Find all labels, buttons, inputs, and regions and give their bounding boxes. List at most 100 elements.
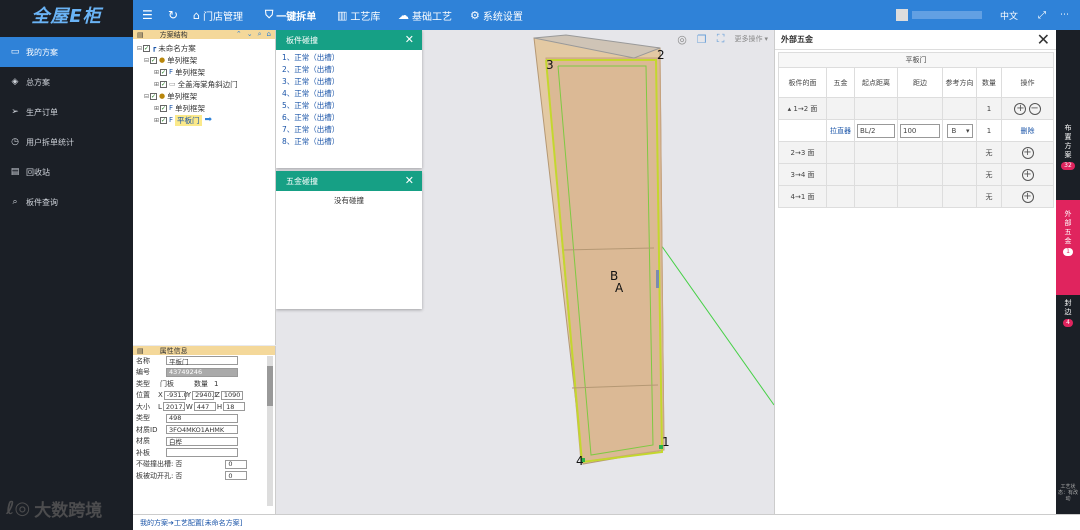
- tree-node-root[interactable]: ⊟ ✓ ┏ 未命名方案: [133, 42, 275, 54]
- edge-distance-input[interactable]: 100: [900, 123, 940, 138]
- collision-item[interactable]: 4、正常（出槽）: [276, 88, 422, 100]
- size-w-input[interactable]: 447: [193, 402, 216, 412]
- 3d-viewport[interactable]: 3 2 1 4 B A ◎ ❐ ⛶ 更多操作 ▾ 板件碰撞 ✕ 1、正常（出槽） …: [276, 30, 774, 514]
- tree-node-frame[interactable]: ⊟ ✓ ● 单列框架: [133, 54, 275, 66]
- tree-checkbox[interactable]: ✓: [150, 56, 157, 64]
- tree-checkbox[interactable]: ✓: [150, 92, 157, 100]
- expand-icon[interactable]: ⋯: [1060, 0, 1069, 30]
- nav-basic-process[interactable]: ☁ 基础工艺: [398, 0, 452, 30]
- tree-checkbox[interactable]: ✓: [160, 68, 167, 76]
- tree-node-frame[interactable]: ⊟ ✓ ● 单列框架: [133, 90, 275, 102]
- prop-edge-row: 补板: [133, 447, 275, 459]
- tree-node-flat-door[interactable]: ⊞ ✓ F 平板门 ➡: [133, 114, 275, 126]
- tree-checkbox[interactable]: ✓: [143, 44, 150, 52]
- hardware-name-link[interactable]: 拉直器: [826, 119, 855, 142]
- fullscreen-icon[interactable]: ⤢: [1038, 0, 1046, 30]
- target-icon[interactable]: ◎: [677, 33, 687, 46]
- close-icon[interactable]: ✕: [1037, 30, 1050, 49]
- fit-view-icon[interactable]: ⛶: [717, 32, 725, 46]
- breadcrumb-root-link[interactable]: 我的方案: [140, 518, 168, 528]
- collapse-icon[interactable]: ⊟: [143, 93, 150, 100]
- expand-icon[interactable]: ⊞: [153, 105, 160, 112]
- size-h-input[interactable]: 18: [223, 402, 246, 412]
- tree-node-door[interactable]: ⊞ ✓ ▭ 全盖海棠角斜边门: [133, 78, 275, 90]
- size-l-input[interactable]: 2017.: [162, 402, 185, 412]
- app-logo[interactable]: 全屋E柜: [0, 0, 133, 30]
- door-icon: ▭: [169, 80, 176, 88]
- start-distance-input[interactable]: BL/2: [857, 123, 895, 138]
- collision-item[interactable]: 6、正常（出槽）: [276, 112, 422, 124]
- plan-icon: ┏: [152, 44, 157, 52]
- nav-store-management[interactable]: ⌂ 门店管理: [193, 0, 243, 30]
- remove-icon[interactable]: −: [1028, 102, 1041, 115]
- sidebar-item-my-plans[interactable]: ▭ 我的方案: [0, 37, 133, 67]
- collision-item[interactable]: 7、正常（出槽）: [276, 124, 422, 136]
- reference-direction-select[interactable]: B: [946, 123, 973, 138]
- collapse-icon[interactable]: ⊟: [143, 57, 150, 64]
- pos-y-input[interactable]: 2940.1: [192, 390, 218, 400]
- tab-layout-plan[interactable]: 布置方案 32: [1056, 120, 1080, 180]
- property-scrollbar[interactable]: [267, 356, 273, 506]
- nav-process-library[interactable]: ▥ 工艺库: [337, 0, 380, 30]
- nav-one-click-split[interactable]: ⛉ 一键拆单: [265, 0, 316, 30]
- add-icon[interactable]: +: [1021, 146, 1034, 159]
- home-icon[interactable]: ⌂: [267, 30, 271, 39]
- collision-item[interactable]: 1、正常（出槽）: [276, 52, 422, 64]
- tree-node-frame[interactable]: ⊞ ✓ F 单列框架: [133, 102, 275, 114]
- prop-name-row: 名称 平板门: [133, 355, 275, 367]
- expand-icon[interactable]: ⊞: [153, 81, 160, 88]
- tab-external-hardware[interactable]: 外部五金 1: [1056, 200, 1080, 295]
- prop-material-id-input[interactable]: 3FO4MKO1AHMK: [166, 425, 238, 435]
- add-icon[interactable]: +: [1014, 102, 1027, 115]
- more-operations-button[interactable]: 更多操作: [734, 34, 762, 44]
- prop-material-id-row: 材质ID 3FO4MKO1AHMK: [133, 424, 275, 436]
- collapse-icon[interactable]: ⊟: [136, 45, 143, 52]
- prop-edge-input[interactable]: [166, 448, 238, 458]
- expand-down-icon[interactable]: ⌄: [247, 30, 253, 39]
- expand-icon[interactable]: ⊞: [153, 69, 160, 76]
- prop-kind-input[interactable]: 498: [166, 413, 238, 423]
- close-icon[interactable]: ✕: [405, 174, 414, 187]
- collision-item[interactable]: 3、正常（出槽）: [276, 76, 422, 88]
- delete-link[interactable]: 删除: [1000, 119, 1055, 142]
- add-icon[interactable]: +: [1021, 168, 1034, 181]
- sidebar: ▭ 我的方案 ◈ 总方案 ➢ 生产订单 ◷ 用户拆单统计 ▤ 回收站 ⌕ 板件查询: [0, 30, 133, 530]
- collision-item[interactable]: 5、正常（出槽）: [276, 100, 422, 112]
- tab-edge-banding[interactable]: 封边 4: [1056, 295, 1080, 345]
- tree-checkbox[interactable]: ✓: [160, 80, 167, 88]
- scroll-thumb[interactable]: [267, 366, 273, 406]
- search-icon[interactable]: ⌕: [258, 30, 262, 39]
- tree-checkbox[interactable]: ✓: [160, 116, 167, 124]
- passive-input[interactable]: 0: [225, 471, 248, 481]
- collision-item[interactable]: 8、正常（出槽）: [276, 136, 422, 148]
- refresh-icon[interactable]: ↻: [168, 0, 178, 30]
- tree-node-frame[interactable]: ⊞ ✓ F 单列框架: [133, 66, 275, 78]
- sidebar-item-user-stats[interactable]: ◷ 用户拆单统计: [0, 127, 133, 157]
- collapse-triangle-icon[interactable]: ▴: [788, 105, 792, 113]
- prop-name-input[interactable]: 平板门: [166, 356, 238, 366]
- hamburger-icon[interactable]: ☰: [142, 0, 153, 30]
- prop-material-input[interactable]: 白桦: [166, 436, 238, 446]
- language-select[interactable]: 中文: [1000, 0, 1018, 30]
- sidebar-item-all-plans[interactable]: ◈ 总方案: [0, 67, 133, 97]
- no-slot-input[interactable]: 0: [225, 459, 248, 469]
- door-handle: [656, 270, 659, 288]
- add-icon[interactable]: +: [1021, 190, 1034, 203]
- sidebar-item-production-orders[interactable]: ➢ 生产订单: [0, 97, 133, 127]
- copy-icon[interactable]: ❐: [697, 33, 707, 46]
- top-bar: 全屋E柜 ☰ ↻ ⌂ 门店管理 ⛉ 一键拆单 ▥ 工艺库 ☁ 基础工艺 ⚙ 系统设置 中文…: [0, 0, 1080, 30]
- sidebar-item-recycle-bin[interactable]: ▤ 回收站: [0, 157, 133, 187]
- prop-no-slot-row: 不碰撞出槽: 否 0: [133, 459, 275, 471]
- count-badge: 4: [1063, 319, 1073, 327]
- tree-checkbox[interactable]: ✓: [160, 104, 167, 112]
- avatar[interactable]: [896, 9, 908, 21]
- collision-item[interactable]: 2、正常（出槽）: [276, 64, 422, 76]
- face-label-a: A: [615, 281, 624, 295]
- expand-icon[interactable]: ⊞: [153, 117, 160, 124]
- close-icon[interactable]: ✕: [405, 33, 414, 46]
- pos-z-input[interactable]: 1090: [220, 390, 243, 400]
- pos-x-input[interactable]: -931.0: [163, 390, 188, 400]
- collapse-up-icon[interactable]: ⌃: [236, 30, 242, 39]
- nav-system-settings[interactable]: ⚙ 系统设置: [470, 0, 523, 30]
- sidebar-item-board-search[interactable]: ⌕ 板件查询: [0, 187, 133, 217]
